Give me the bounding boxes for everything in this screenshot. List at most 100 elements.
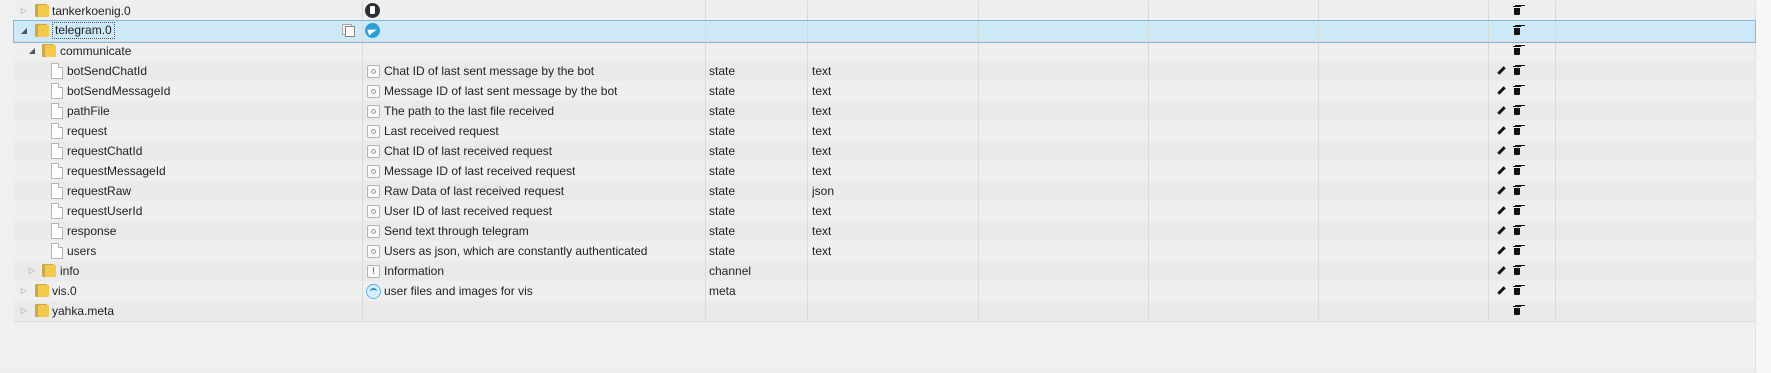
column-separator	[1488, 181, 1489, 201]
description-label: Send text through telegram	[384, 224, 529, 238]
column-separator	[362, 221, 363, 241]
column-separator	[362, 181, 363, 201]
object-id-label[interactable]: info	[60, 261, 79, 281]
column-separator	[705, 181, 706, 201]
column-separator	[807, 221, 808, 241]
tree-row[interactable]: ◢ telegram.0	[13, 19, 1756, 43]
collapse-arrow-icon[interactable]: ◢	[27, 39, 37, 62]
column-separator	[362, 21, 363, 41]
column-separator	[1318, 301, 1319, 321]
description-label: Users as json, which are constantly auth…	[384, 244, 648, 258]
description-label: Chat ID of last received request	[384, 144, 553, 158]
edit-icon[interactable]	[1494, 279, 1506, 302]
column-separator	[362, 101, 363, 121]
object-id-label[interactable]: yahka.meta	[52, 301, 114, 321]
object-type-label: state	[709, 64, 736, 78]
object-type-label: state	[709, 104, 736, 118]
object-type-label: state	[709, 204, 736, 218]
column-separator	[1318, 281, 1319, 301]
column-separator	[1148, 41, 1149, 61]
column-separator	[1318, 81, 1319, 101]
collapse-arrow-icon[interactable]: ◢	[19, 19, 29, 42]
column-separator	[1488, 261, 1489, 281]
tree-row[interactable]: ▷ yahka.meta	[14, 301, 1755, 322]
column-separator	[1555, 201, 1556, 221]
delete-icon[interactable]	[1511, 299, 1523, 322]
column-separator	[1488, 281, 1489, 301]
object-type-label: state	[709, 144, 736, 158]
tree-row[interactable]: ▷ tankerkoenig.0	[14, 1, 1755, 22]
column-separator	[1555, 261, 1556, 281]
object-id-label[interactable]: requestMessageId	[67, 161, 166, 181]
state-file-icon	[51, 183, 63, 199]
object-id-label[interactable]: tankerkoenig.0	[52, 1, 131, 21]
column-separator	[1488, 41, 1489, 61]
tree-row[interactable]: ▷ vis.0 user files and images for vis meta	[14, 281, 1755, 302]
folder-icon	[42, 264, 56, 277]
column-separator	[705, 261, 706, 281]
column-separator	[1555, 121, 1556, 141]
column-separator	[705, 101, 706, 121]
column-separator	[1148, 21, 1149, 41]
column-separator	[1488, 141, 1489, 161]
column-separator	[807, 21, 808, 41]
folder-icon	[42, 44, 56, 57]
object-id-label[interactable]: users	[67, 241, 96, 261]
object-id-label[interactable]: botSendChatId	[67, 61, 147, 81]
column-separator	[1488, 121, 1489, 141]
object-id-label[interactable]: botSendMessageId	[67, 81, 170, 101]
object-id-label[interactable]: response	[67, 221, 116, 241]
column-separator	[1318, 221, 1319, 241]
column-separator	[1555, 101, 1556, 121]
vertical-scrollbar[interactable]	[1755, 0, 1771, 373]
column-separator	[807, 41, 808, 61]
column-separator	[1318, 21, 1319, 41]
column-separator	[1148, 241, 1149, 261]
object-id-label[interactable]: requestChatId	[67, 141, 142, 161]
object-id-label[interactable]: pathFile	[67, 101, 110, 121]
column-separator	[705, 241, 706, 261]
column-separator	[1555, 281, 1556, 301]
description-label: Information	[384, 264, 445, 278]
column-separator	[978, 261, 979, 281]
column-separator	[362, 1, 363, 21]
value-type-label: json	[812, 184, 835, 198]
copy-id-icon[interactable]	[342, 24, 355, 37]
column-separator	[1318, 1, 1319, 21]
state-file-icon	[51, 163, 63, 179]
column-separator	[1555, 1, 1556, 21]
column-separator	[1488, 81, 1489, 101]
folder-icon	[35, 4, 49, 17]
tankerkoenig-icon	[365, 3, 380, 18]
column-separator	[807, 1, 808, 21]
column-separator	[1318, 41, 1319, 61]
object-id-label[interactable]: requestUserId	[67, 201, 142, 221]
object-id-label[interactable]: telegram.0	[52, 22, 115, 39]
column-separator	[1488, 61, 1489, 81]
object-id-label[interactable]: vis.0	[52, 281, 77, 301]
folder-icon	[35, 284, 49, 297]
column-separator	[1318, 61, 1319, 81]
column-separator	[978, 181, 979, 201]
object-id-label[interactable]: request	[67, 121, 107, 141]
column-separator	[978, 121, 979, 141]
object-id-label[interactable]: communicate	[60, 41, 131, 61]
delete-icon[interactable]	[1511, 19, 1523, 42]
column-separator	[705, 81, 706, 101]
state-file-icon	[51, 83, 63, 99]
state-file-icon	[51, 203, 63, 219]
state-role-icon	[367, 165, 380, 178]
state-role-icon	[367, 245, 380, 258]
column-separator	[978, 1, 979, 21]
state-file-icon	[51, 143, 63, 159]
description-label: Chat ID of last sent message by the bot	[384, 64, 595, 78]
telegram-icon	[365, 23, 380, 38]
column-separator	[1555, 181, 1556, 201]
info-icon: !	[367, 265, 380, 278]
column-separator	[1488, 161, 1489, 181]
object-id-label[interactable]: requestRaw	[67, 181, 131, 201]
expand-arrow-icon[interactable]: ▷	[19, 299, 29, 322]
state-role-icon	[367, 65, 380, 78]
value-type-label: text	[812, 204, 832, 218]
column-separator	[362, 161, 363, 181]
